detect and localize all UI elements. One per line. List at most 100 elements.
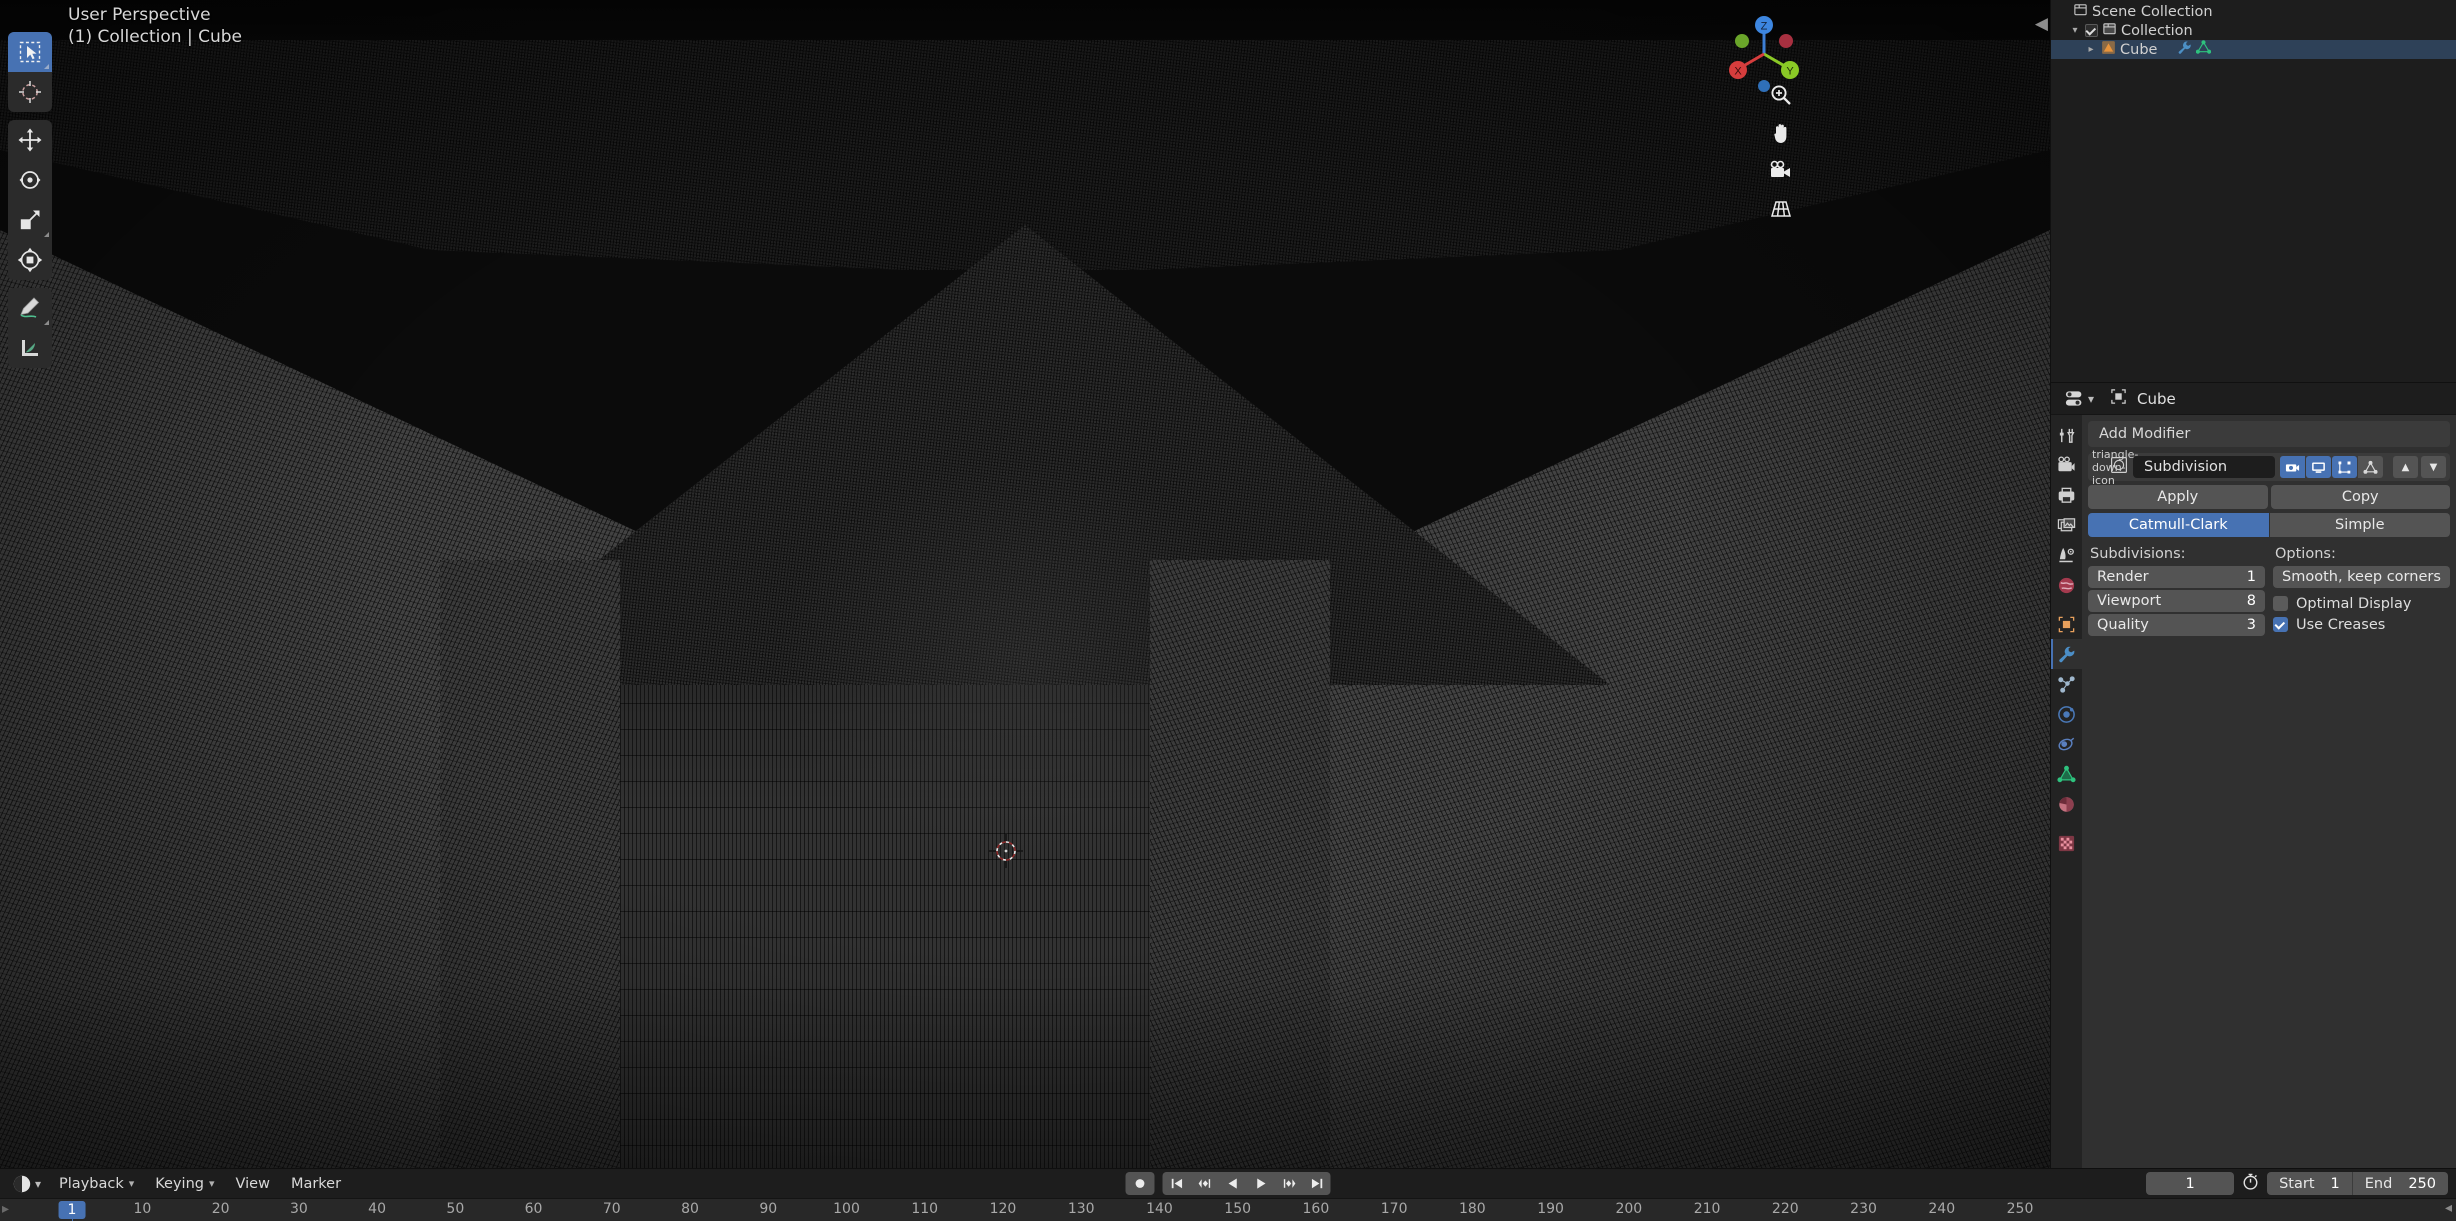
cursor-tool[interactable] [8, 72, 52, 112]
render-toggle[interactable] [2280, 456, 2305, 478]
tab-tool[interactable] [2051, 420, 2082, 450]
rotate-tool[interactable] [8, 160, 52, 200]
move-tool[interactable] [8, 120, 52, 160]
play-reverse-button[interactable] [1219, 1172, 1247, 1195]
record-auto-keying-button[interactable] [1125, 1172, 1155, 1195]
properties-header[interactable]: ▾ Cube [2051, 383, 2456, 415]
stopwatch-icon[interactable] [2241, 1172, 2260, 1195]
tab-scene[interactable] [2051, 540, 2082, 570]
ruler-tick-10: 10 [133, 1201, 152, 1217]
tab-texture[interactable] [2051, 828, 2082, 858]
realtime-viewport-toggle[interactable] [2306, 456, 2331, 478]
outliner-row-cube[interactable]: ▸ Cube [2051, 40, 2456, 59]
viewport-subdivisions-field[interactable]: Viewport 8 [2088, 590, 2265, 612]
disclosure-triangle-icon[interactable]: ▸ [2085, 44, 2097, 55]
timeline-frame-controls[interactable]: 1 Start 1 End 250 [2146, 1172, 2448, 1195]
menu-marker[interactable]: Marker [282, 1173, 350, 1195]
scale-tool[interactable] [8, 200, 52, 240]
wrench-modifier-icon[interactable] [2177, 40, 2192, 59]
outliner-row-collection[interactable]: ▾ Collection [2051, 21, 2456, 40]
render-value: 1 [2246, 569, 2256, 585]
tab-output[interactable] [2051, 480, 2082, 510]
add-modifier-button[interactable]: Add Modifier [2088, 421, 2450, 447]
tab-view-layer[interactable] [2051, 510, 2082, 540]
frame-range-group[interactable]: Start 1 End 250 [2267, 1172, 2448, 1195]
disclosure-triangle-icon[interactable]: ▾ [2069, 25, 2081, 36]
scroll-right-arrow-icon[interactable]: ◂ [2445, 1200, 2452, 1216]
modifier-name-field[interactable]: Subdivision [2133, 456, 2275, 478]
transform-tool[interactable] [8, 240, 52, 280]
play-button[interactable] [1247, 1172, 1275, 1195]
playhead-frame-label[interactable]: 1 [58, 1201, 86, 1219]
next-keyframe-button[interactable] [1275, 1172, 1303, 1195]
tab-modifiers[interactable] [2051, 639, 2082, 669]
3d-viewport[interactable]: User Perspective (1) Collection | Cube Z… [0, 0, 2050, 1168]
properties-tab-column[interactable] [2051, 415, 2082, 1168]
start-frame-field[interactable]: Start 1 [2267, 1172, 2352, 1195]
tweak-select-box-tool[interactable] [8, 32, 52, 72]
tab-particles[interactable] [2051, 669, 2082, 699]
menu-playback[interactable]: Playback ▾ [50, 1173, 143, 1195]
use-creases-checkbox-row[interactable]: Use Creases [2273, 614, 2450, 635]
timeline-editor-icon[interactable]: ▾ [6, 1172, 47, 1196]
viewport-render[interactable] [0, 0, 2050, 1168]
tab-physics[interactable] [2051, 699, 2082, 729]
triangle-down-icon[interactable]: triangle-down-icon [2092, 448, 2138, 487]
grid-perspective-icon[interactable] [1764, 192, 1798, 226]
viewport-perspective-label: User Perspective [68, 5, 211, 25]
scroll-left-arrow-icon[interactable]: ▸ [2, 1201, 9, 1217]
properties-editor-icon[interactable]: ▾ [2059, 388, 2100, 409]
tab-object-data[interactable] [2051, 759, 2082, 789]
edit-mode-toggle[interactable] [2332, 456, 2357, 478]
tab-material[interactable] [2051, 789, 2082, 819]
viewport-info-text: User Perspective (1) Collection | Cube [68, 4, 242, 48]
timeline-header[interactable]: ▾ Playback ▾ Keying ▾ View Marker 1 Star… [0, 1169, 2456, 1198]
annotate-tool[interactable] [8, 288, 52, 328]
viewport-toolbar[interactable] [8, 32, 52, 368]
uv-smooth-dropdown[interactable]: Smooth, keep corners [2273, 566, 2450, 588]
viewport-nav-buttons[interactable] [1764, 78, 1798, 226]
transport-buttons[interactable] [1162, 1172, 1331, 1195]
timeline-ruler[interactable]: ▸ ◂ 10 20 30 40 50 60 70 80 90 100 110 120 130 140 150… [0, 1198, 2456, 1221]
outliner-editor[interactable]: Scene Collection ▾ Collection ▸ Cube [2050, 0, 2456, 382]
copy-modifier-button[interactable]: Copy [2270, 485, 2450, 509]
tab-constraints[interactable] [2051, 729, 2082, 759]
zoom-icon[interactable] [1764, 78, 1798, 112]
simple-button[interactable]: Simple [2269, 513, 2450, 537]
properties-breadcrumb-label: Cube [2137, 389, 2176, 408]
menu-keying[interactable]: Keying ▾ [146, 1173, 223, 1195]
previous-keyframe-button[interactable] [1191, 1172, 1219, 1195]
quality-field[interactable]: Quality 3 [2088, 614, 2265, 636]
sidebar-collapse-arrow-icon[interactable]: ◀ [2035, 14, 2048, 34]
end-frame-field[interactable]: End 250 [2351, 1172, 2448, 1195]
outliner-row-scene-collection[interactable]: Scene Collection [2051, 2, 2456, 21]
optimal-display-checkbox[interactable] [2273, 596, 2288, 611]
move-modifier-up-button[interactable]: ▲ [2393, 456, 2418, 478]
tab-object[interactable] [2051, 609, 2082, 639]
menu-playback-label: Playback [59, 1175, 124, 1192]
modifier-display-toggles[interactable] [2280, 456, 2383, 478]
optimal-display-checkbox-row[interactable]: Optimal Display [2273, 593, 2450, 614]
jump-to-end-button[interactable] [1303, 1172, 1331, 1195]
playback-controls[interactable] [1125, 1172, 1331, 1195]
mesh-data-icon[interactable] [2196, 40, 2212, 59]
jump-to-start-button[interactable] [1163, 1172, 1191, 1195]
current-frame-field[interactable]: 1 [2146, 1172, 2235, 1195]
apply-modifier-button[interactable]: Apply [2088, 485, 2268, 509]
use-creases-checkbox[interactable] [2273, 617, 2288, 632]
menu-view[interactable]: View [227, 1173, 279, 1195]
move-modifier-down-button[interactable]: ▼ [2421, 456, 2446, 478]
on-cage-toggle[interactable] [2358, 456, 2383, 478]
modifier-reorder-buttons[interactable]: ▲ ▼ [2393, 456, 2446, 478]
ruler-tick-250: 250 [2006, 1201, 2034, 1217]
properties-editor[interactable]: ▾ Cube Add Modifier triangle-down-icon S… [2050, 382, 2456, 1168]
catmull-clark-button[interactable]: Catmull-Clark [2088, 513, 2269, 537]
pan-hand-icon[interactable] [1764, 116, 1798, 150]
collection-visibility-checkbox[interactable] [2085, 24, 2098, 37]
tab-world[interactable] [2051, 570, 2082, 600]
render-subdivisions-field[interactable]: Render 1 [2088, 566, 2265, 588]
tab-render[interactable] [2051, 450, 2082, 480]
camera-icon[interactable] [1764, 154, 1798, 188]
timeline-editor[interactable]: ▾ Playback ▾ Keying ▾ View Marker 1 Star… [0, 1168, 2456, 1221]
measure-tool[interactable] [8, 328, 52, 368]
